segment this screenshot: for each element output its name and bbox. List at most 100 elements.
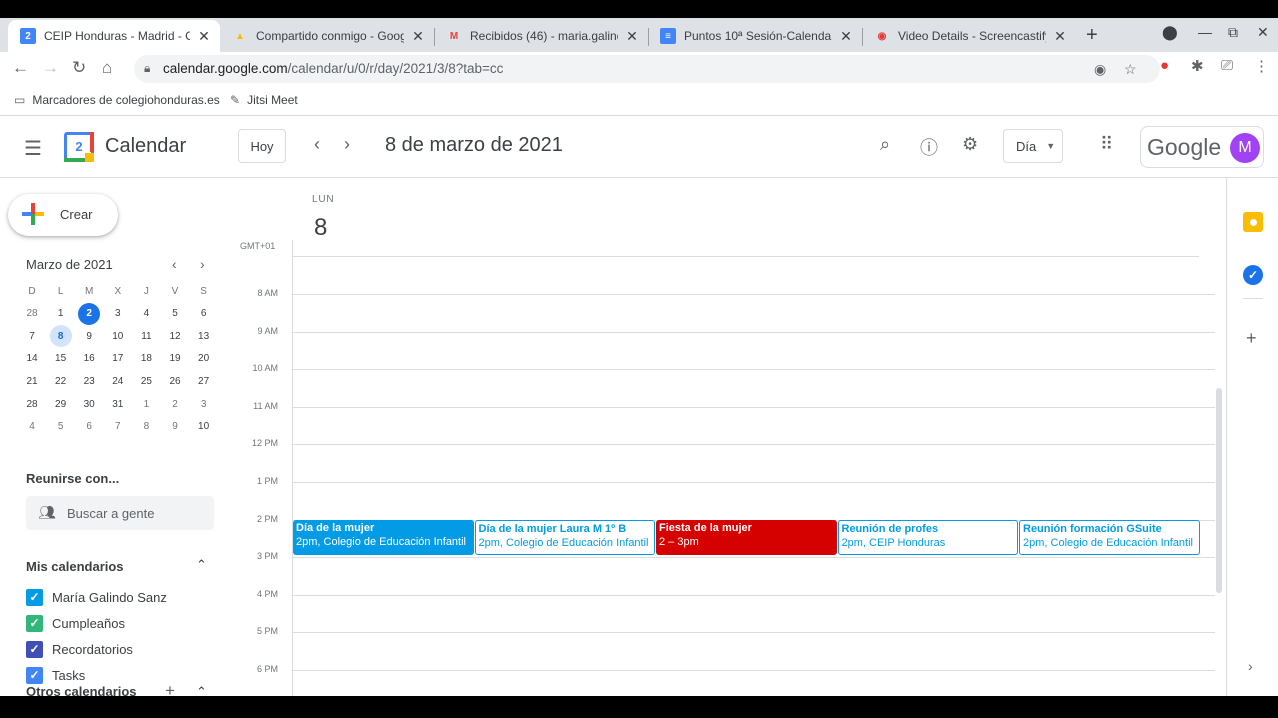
- scrollbar[interactable]: [1216, 388, 1222, 593]
- add-calendar-plus-icon[interactable]: +: [165, 681, 175, 696]
- calendar-item[interactable]: ✓ Recordatorios: [26, 638, 133, 660]
- other-calendars-title[interactable]: Otros calendarios: [26, 684, 137, 696]
- tab-close-icon[interactable]: ✕: [624, 28, 640, 45]
- view-selector[interactable]: Día ▼: [1003, 129, 1063, 163]
- tasks-icon[interactable]: ✓: [1243, 265, 1263, 285]
- chrome-menu-icon[interactable]: ⋮: [1254, 57, 1269, 75]
- cast-icon[interactable]: ⎚: [1221, 57, 1233, 74]
- mini-day-cell[interactable]: 23: [75, 370, 103, 392]
- calendar-event[interactable]: Fiesta de la mujer 2 – 3pm: [656, 520, 837, 555]
- calendar-logo-icon[interactable]: 2: [64, 132, 94, 162]
- mini-day-cell[interactable]: 6: [75, 416, 103, 438]
- avatar[interactable]: M: [1230, 133, 1260, 163]
- mini-day-cell[interactable]: 30: [75, 393, 103, 415]
- previous-day-icon[interactable]: ‹: [314, 134, 320, 155]
- chevron-up-icon[interactable]: ⌃: [196, 557, 207, 573]
- people-search-input[interactable]: 👥︎ Buscar a gente: [26, 496, 214, 530]
- my-calendars-title[interactable]: Mis calendarios: [26, 559, 124, 574]
- mini-day-cell[interactable]: 2: [161, 393, 189, 415]
- add-addon-plus-icon[interactable]: +: [1246, 328, 1257, 349]
- account-area[interactable]: Google M: [1140, 126, 1264, 168]
- mini-day-cell[interactable]: 9: [75, 325, 103, 347]
- tab-close-icon[interactable]: ✕: [838, 28, 854, 45]
- mini-day-cell[interactable]: 25: [132, 370, 160, 392]
- profile-menu-icon[interactable]: ⬤: [1162, 24, 1178, 41]
- address-bar[interactable]: 🔒︎ calendar.google.com/calendar/u/0/r/da…: [134, 55, 1160, 83]
- mini-next-month-icon[interactable]: ›: [200, 256, 205, 272]
- mini-day-cell[interactable]: 4: [18, 416, 46, 438]
- calendar-item[interactable]: ✓ Tasks: [26, 664, 85, 686]
- calendar-event[interactable]: Día de la mujer 2pm, Colegio de Educación…: [293, 520, 474, 555]
- tab-drive[interactable]: ▲ Compartido conmigo - Google ✕: [220, 20, 434, 52]
- mini-day-cell[interactable]: 17: [104, 348, 132, 370]
- tab-screencastify[interactable]: ◉ Video Details - Screencastify ✕: [862, 20, 1076, 52]
- mini-day-cell[interactable]: 5: [161, 303, 189, 325]
- mini-day-cell[interactable]: 8: [132, 416, 160, 438]
- mini-day-cell[interactable]: 28: [18, 303, 46, 325]
- mini-day-cell[interactable]: 7: [18, 325, 46, 347]
- today-button[interactable]: Hoy: [238, 129, 286, 163]
- checkbox-checked-icon[interactable]: ✓: [26, 640, 43, 658]
- settings-gear-icon[interactable]: ⚙: [962, 134, 978, 155]
- checkbox-checked-icon[interactable]: ✓: [26, 614, 43, 632]
- chevron-up-icon[interactable]: ⌃: [196, 684, 207, 696]
- mini-day-cell[interactable]: 5: [47, 416, 75, 438]
- restore-icon[interactable]: ⧉: [1228, 24, 1238, 41]
- help-icon[interactable]: ⓘ: [920, 134, 938, 160]
- tab-gmail[interactable]: M Recibidos (46) - maria.galindo ✕: [434, 20, 648, 52]
- mini-day-cell[interactable]: 26: [161, 370, 189, 392]
- mini-day-cell[interactable]: 1: [132, 393, 160, 415]
- main-menu-icon[interactable]: ☰: [24, 136, 42, 161]
- mini-day-cell[interactable]: 27: [190, 370, 218, 392]
- mini-day-cell[interactable]: 3: [190, 393, 218, 415]
- mini-day-cell[interactable]: 11: [132, 325, 160, 347]
- keep-icon[interactable]: [1243, 212, 1263, 232]
- mini-day-cell[interactable]: 6: [190, 303, 218, 325]
- mini-day-cell[interactable]: 22: [47, 370, 75, 392]
- minimize-icon[interactable]: —: [1198, 24, 1212, 40]
- mini-day-cell[interactable]: 28: [18, 393, 46, 415]
- reload-icon[interactable]: ↻: [72, 58, 86, 78]
- new-tab-button[interactable]: +: [1086, 24, 1098, 47]
- tab-close-icon[interactable]: ✕: [196, 28, 212, 45]
- mini-day-cell[interactable]: 10: [190, 416, 218, 438]
- window-close-icon[interactable]: ✕: [1257, 24, 1269, 41]
- calendar-event[interactable]: Reunión formación GSuite 2pm, Colegio de …: [1019, 520, 1200, 555]
- mini-day-cell[interactable]: 14: [18, 348, 46, 370]
- apps-grid-icon[interactable]: ⠿: [1100, 134, 1113, 155]
- mini-day-cell[interactable]: 24: [104, 370, 132, 392]
- bookmark-star-icon[interactable]: ☆: [1124, 61, 1137, 78]
- checkbox-checked-icon[interactable]: ✓: [26, 588, 43, 606]
- back-arrow-icon[interactable]: ←: [12, 58, 29, 78]
- mini-day-cell[interactable]: 20: [190, 348, 218, 370]
- mini-day-cell[interactable]: 4: [132, 303, 160, 325]
- mini-prev-month-icon[interactable]: ‹: [172, 256, 177, 272]
- mini-day-cell[interactable]: 7: [104, 416, 132, 438]
- mini-day-cell[interactable]: 19: [161, 348, 189, 370]
- home-icon[interactable]: ⌂: [102, 58, 112, 78]
- bookmark-jitsi[interactable]: ✎ Jitsi Meet: [230, 93, 298, 107]
- mini-day-cell[interactable]: 1: [47, 303, 75, 325]
- mini-day-cell[interactable]: 10: [104, 325, 132, 347]
- mini-day-cell[interactable]: 12: [161, 325, 189, 347]
- mini-day-cell[interactable]: 2: [75, 302, 103, 325]
- mini-day-cell[interactable]: 18: [132, 348, 160, 370]
- screencastify-extension-icon[interactable]: ●: [1160, 57, 1169, 74]
- mini-day-cell[interactable]: 15: [47, 348, 75, 370]
- calendar-item[interactable]: ✓ Cumpleaños: [26, 612, 125, 634]
- search-icon[interactable]: ⌕: [880, 134, 890, 155]
- day-number[interactable]: 8: [314, 214, 327, 242]
- checkbox-checked-icon[interactable]: ✓: [26, 666, 43, 684]
- calendar-event[interactable]: Día de la mujer Laura M 1º B 2pm, Colegio…: [474, 520, 655, 555]
- calendar-event[interactable]: Reunión de profes 2pm, CEIP Honduras: [837, 520, 1018, 555]
- expand-panel-chevron-icon[interactable]: ›: [1248, 658, 1253, 674]
- mini-day-cell[interactable]: 31: [104, 393, 132, 415]
- forward-arrow-icon[interactable]: →: [42, 58, 59, 78]
- next-day-icon[interactable]: ›: [344, 134, 350, 155]
- mini-day-cell[interactable]: 13: [190, 325, 218, 347]
- mini-day-cell[interactable]: 16: [75, 348, 103, 370]
- eye-icon[interactable]: ◉: [1094, 61, 1106, 78]
- tab-close-icon[interactable]: ✕: [1052, 28, 1068, 45]
- mini-day-cell[interactable]: 3: [104, 303, 132, 325]
- mini-day-cell[interactable]: 21: [18, 370, 46, 392]
